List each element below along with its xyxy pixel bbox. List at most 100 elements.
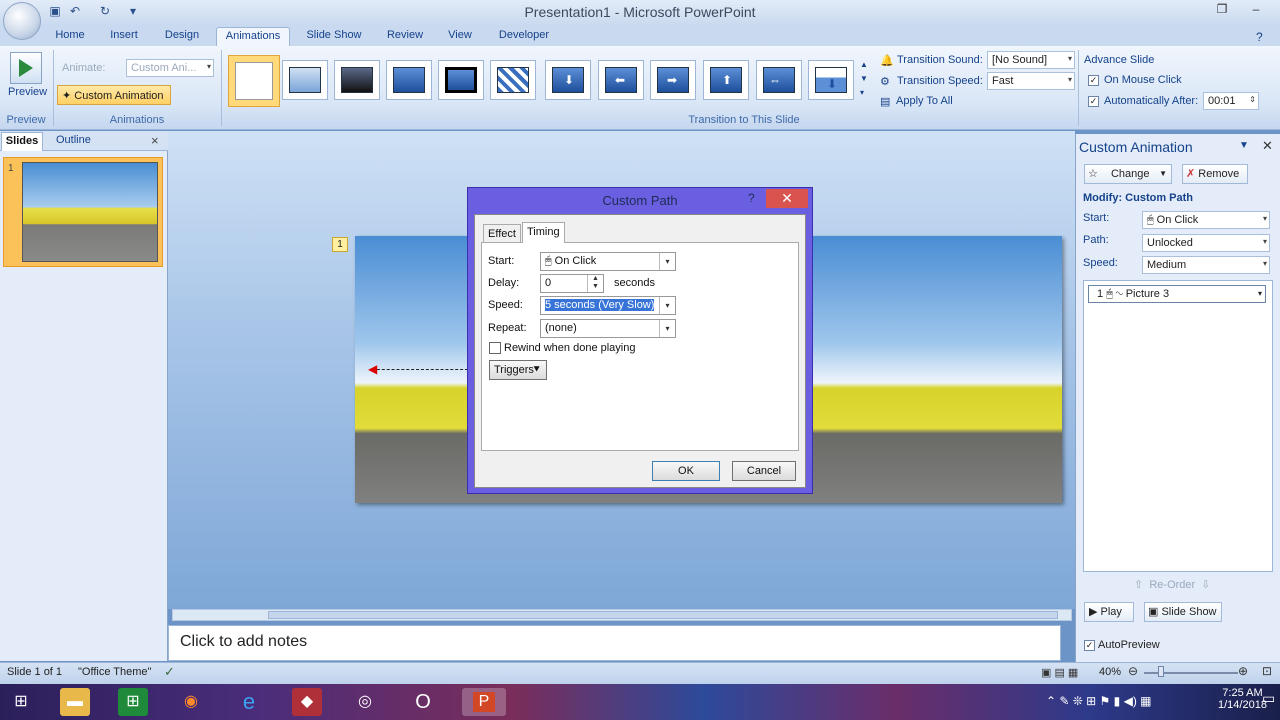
blender-icon[interactable]: ◉ (176, 688, 206, 716)
spellcheck-icon[interactable]: ✓ (164, 664, 175, 680)
transition-cut[interactable] (386, 60, 432, 100)
pane-title: Custom Animation (1079, 139, 1193, 155)
change-button[interactable]: ☆ Change ▼ (1084, 164, 1172, 184)
transition-fade-smooth[interactable] (282, 60, 328, 100)
dialog-title: Custom Path (602, 193, 678, 208)
view-buttons[interactable]: ▣ ▤ ▦ (1041, 666, 1078, 679)
zoom-in-icon[interactable]: ⊕ (1238, 664, 1248, 678)
transition-wipe-right[interactable]: ➡ (650, 60, 696, 100)
custom-animation-label: ✦ Custom Animation (62, 90, 164, 102)
slide-show-button[interactable]: ▣ Slide Show (1144, 602, 1222, 622)
file-explorer-icon[interactable]: ▬ (60, 688, 90, 716)
tab-timing[interactable]: Timing (522, 222, 565, 243)
cancel-button[interactable]: Cancel (732, 461, 796, 481)
minimize-icon[interactable]: – (1248, 2, 1264, 16)
help-icon[interactable]: ? (1256, 30, 1263, 44)
dlg-start-label: Start: (488, 255, 515, 267)
store-icon[interactable]: ⊞ (118, 688, 148, 716)
dlg-repeat-label: Repeat: (488, 322, 527, 334)
tab-design[interactable]: Design (160, 27, 204, 46)
tab-review[interactable]: Review (384, 27, 426, 46)
transition-none[interactable] (228, 55, 280, 107)
notifications-icon[interactable]: ▭ (1262, 690, 1275, 707)
pane-menu-icon[interactable]: ▼ (1239, 140, 1249, 151)
transition-push-down[interactable]: ⬇ (808, 60, 854, 100)
transition-fade-black[interactable] (334, 60, 380, 100)
powerpoint-taskbar-icon[interactable]: P (462, 688, 506, 716)
dialog-close-button[interactable]: ✕ (766, 189, 808, 208)
transition-wipe-left[interactable]: ⬅ (598, 60, 644, 100)
internet-explorer-icon[interactable]: e (234, 688, 264, 716)
office-button[interactable] (3, 2, 41, 40)
dlg-delay-input[interactable]: 0 ▲ ▼ (540, 274, 604, 293)
tray-icons[interactable]: ⌃ ✎ ❊ ⊞ ⚑ ▮ ◀) ▦ (1046, 694, 1151, 708)
start-combo[interactable]: 🖱 On Click ▾ (1142, 211, 1270, 229)
tab-slides[interactable]: Slides (1, 132, 43, 151)
remove-button[interactable]: ✗ Remove (1182, 164, 1248, 184)
dlg-speed-combo[interactable]: 5 seconds (Very Slow) ▾ (540, 296, 676, 315)
tab-slide-show[interactable]: Slide Show (302, 27, 366, 46)
slide-thumbnail-image[interactable] (22, 162, 158, 262)
opera-icon[interactable]: O (408, 688, 438, 716)
chrome-icon[interactable]: ◎ (350, 688, 380, 716)
speed-combo[interactable]: Medium ▾ (1142, 256, 1270, 274)
transition-wipe-down[interactable]: ⬇ (545, 60, 591, 100)
preview-icon[interactable] (10, 52, 42, 84)
apply-to-all-button[interactable]: Apply To All (896, 95, 953, 107)
pane-close-icon[interactable]: ✕ (1262, 138, 1273, 154)
transition-cut-black[interactable] (438, 60, 484, 100)
slide-count: Slide 1 of 1 (7, 666, 63, 678)
restore-icon[interactable]: ❐ (1214, 2, 1230, 16)
auto-after-label: Automatically After: (1104, 95, 1199, 107)
autopreview-checkbox[interactable]: ✓ (1084, 640, 1095, 651)
star-icon: ☆ (1088, 168, 1098, 180)
expand-icon: ⯆ (532, 364, 541, 376)
zoom-slider-thumb[interactable] (1158, 666, 1164, 677)
gallery-scroll-icon[interactable]: ▲ ▼ ▾ (860, 58, 870, 104)
slideshow-icon: ▣ (1148, 606, 1159, 618)
animation-order-badge[interactable]: 1 (332, 237, 348, 252)
close-panel-icon[interactable]: × (151, 133, 159, 148)
autopreview-label: AutoPreview (1098, 639, 1160, 651)
motion-path[interactable] (372, 369, 468, 370)
transition-split[interactable]: ⇔ (756, 60, 802, 100)
scrollbar-thumb[interactable] (268, 611, 1058, 619)
app-icon[interactable]: ◆ (292, 688, 322, 716)
ok-button[interactable]: OK (652, 461, 720, 481)
tab-view[interactable]: View (444, 27, 476, 46)
transition-wipe-up[interactable]: ⬆ (703, 60, 749, 100)
rewind-checkbox[interactable] (489, 342, 501, 354)
tab-home[interactable]: Home (52, 27, 88, 46)
fit-slide-icon[interactable]: ⊡ (1262, 664, 1272, 678)
tab-effect[interactable]: Effect (483, 224, 521, 242)
dialog-help-icon[interactable]: ? (748, 191, 755, 205)
windows-start-icon[interactable]: ⊞ (6, 688, 36, 716)
clock[interactable]: 7:25 AM 1/14/2018 (1218, 687, 1267, 711)
tab-developer[interactable]: Developer (494, 27, 554, 46)
path-combo[interactable]: Unlocked ▾ (1142, 234, 1270, 252)
on-mouse-click-checkbox[interactable]: ✓ (1088, 75, 1099, 86)
animate-combo[interactable]: Custom Ani... ▾ (126, 59, 214, 77)
dlg-speed-label: Speed: (488, 299, 523, 311)
auto-after-checkbox[interactable]: ✓ (1088, 96, 1099, 107)
auto-after-input[interactable]: 00:01 ⇕ (1203, 92, 1259, 110)
tab-insert[interactable]: Insert (104, 27, 144, 46)
transition-speed-combo[interactable]: Fast ▾ (987, 72, 1075, 90)
preview-button[interactable]: Preview (8, 86, 47, 98)
zoom-level[interactable]: 40% (1099, 666, 1121, 678)
transition-speed-label: Transition Speed: (897, 75, 983, 87)
reorder-control[interactable]: ⇧ Re-Order ⇩ (1134, 578, 1211, 591)
tab-outline[interactable]: Outline (56, 134, 91, 146)
group-divider (1078, 50, 1079, 126)
transition-group-label: Transition to This Slide (688, 114, 800, 126)
transition-sound-combo[interactable]: [No Sound] ▾ (987, 51, 1075, 69)
tab-animations[interactable]: Animations (216, 27, 290, 46)
dlg-repeat-combo[interactable]: (none) ▾ (540, 319, 676, 338)
dlg-start-combo[interactable]: 🖱 On Click ▾ (540, 252, 676, 271)
notes-placeholder[interactable]: Click to add notes (180, 633, 307, 651)
list-item[interactable]: 1 🖱 ∿ Picture 3 ▾ (1088, 285, 1266, 303)
transition-dissolve[interactable] (490, 60, 536, 100)
triggers-button[interactable]: Triggers ⯆ (489, 360, 547, 380)
play-button[interactable]: ▶ Play (1084, 602, 1134, 622)
zoom-out-icon[interactable]: ⊖ (1128, 664, 1138, 678)
